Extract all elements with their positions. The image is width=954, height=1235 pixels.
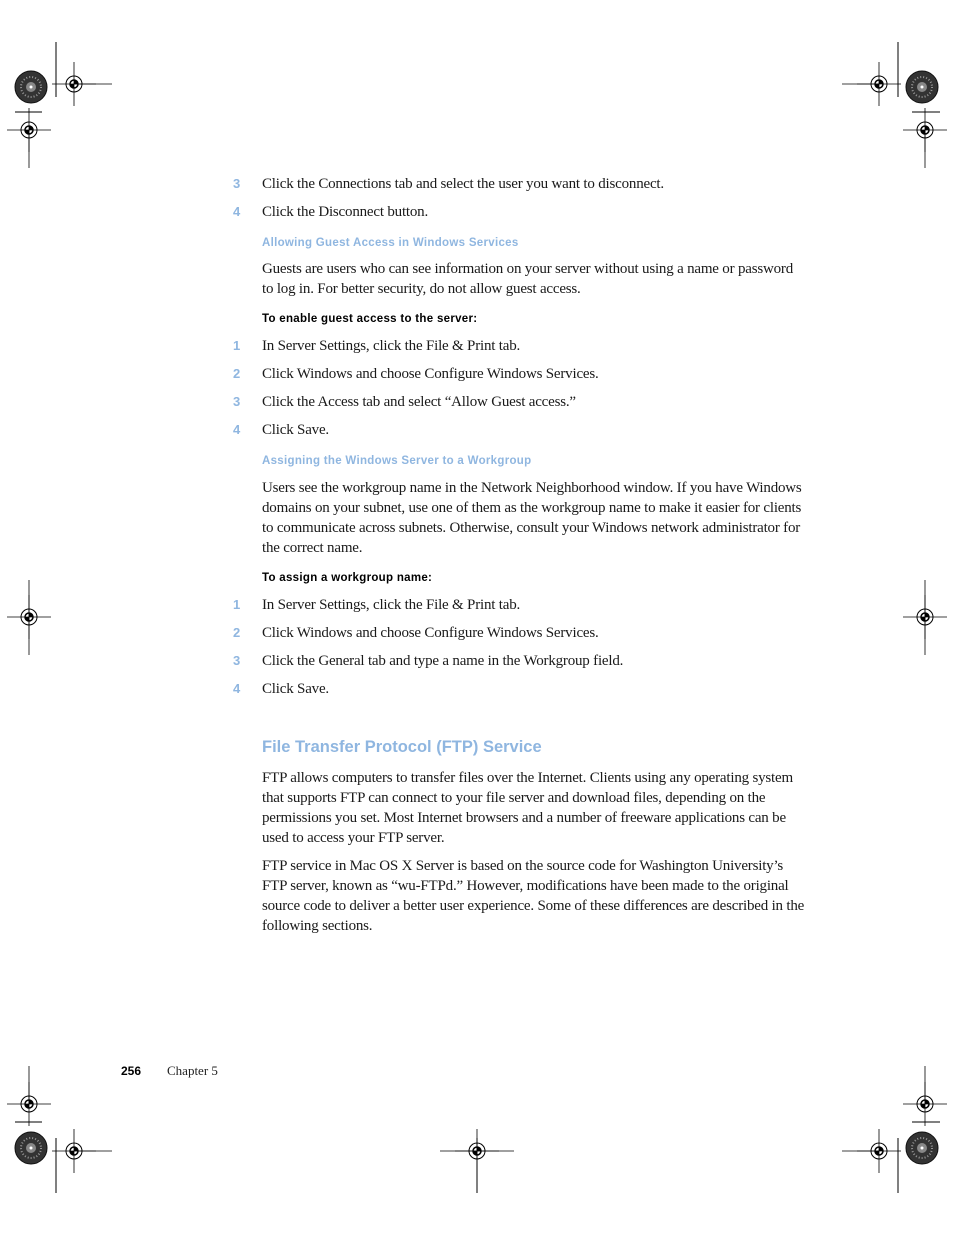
step-text: Click Save. <box>262 681 329 697</box>
step-number: 2 <box>233 366 241 381</box>
step-number: 1 <box>233 597 241 612</box>
step-text: Click Save. <box>262 422 329 438</box>
step-number: 3 <box>233 653 241 668</box>
body-paragraph: Users see the workgroup name in the Netw… <box>262 480 802 556</box>
subsection-heading: Allowing Guest Access in Windows Service… <box>262 237 519 249</box>
step-text: Click the Access tab and select “Allow G… <box>262 394 576 410</box>
body-paragraph: FTP allows computers to transfer files o… <box>262 770 793 846</box>
registration-star-icon <box>14 70 48 104</box>
subsection-heading: Assigning the Windows Server to a Workgr… <box>262 455 532 467</box>
step-text: In Server Settings, click the File & Pri… <box>262 597 521 613</box>
step-number: 4 <box>233 204 241 219</box>
chapter-label: Chapter 5 <box>167 1063 218 1078</box>
step-text: In Server Settings, click the File & Pri… <box>262 338 521 354</box>
step-text: Click the Connections tab and select the… <box>262 176 664 192</box>
page-number: 256 <box>121 1064 142 1078</box>
task-heading: To enable guest access to the server: <box>262 313 478 325</box>
registration-star-icon <box>905 1131 939 1165</box>
registration-star-icon <box>14 1131 48 1165</box>
step-text: Click Windows and choose Configure Windo… <box>262 625 599 641</box>
step-number: 4 <box>233 422 241 437</box>
step-number: 3 <box>233 394 241 409</box>
step-number: 1 <box>233 338 241 353</box>
task-heading: To assign a workgroup name: <box>262 572 433 584</box>
step-text: Click the Disconnect button. <box>262 204 429 220</box>
body-paragraph: FTP service in Mac OS X Server is based … <box>262 858 805 934</box>
step-text: Click Windows and choose Configure Windo… <box>262 366 599 382</box>
step-number: 2 <box>233 625 241 640</box>
document-page: 3 Click the Connections tab and select t… <box>0 0 954 1235</box>
body-paragraph: Guests are users who can see information… <box>262 261 794 297</box>
step-text: Click the General tab and type a name in… <box>262 653 624 669</box>
step-number: 4 <box>233 681 241 696</box>
section-heading: File Transfer Protocol (FTP) Service <box>262 738 542 756</box>
registration-star-icon <box>905 70 939 104</box>
step-number: 3 <box>233 176 241 191</box>
